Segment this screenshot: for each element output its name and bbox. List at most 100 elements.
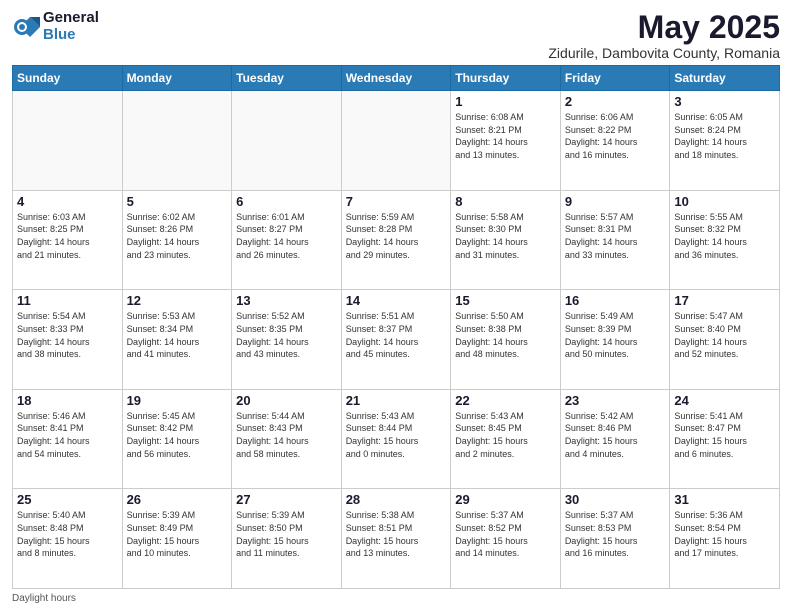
day-number: 12 xyxy=(127,293,228,308)
location-subtitle: Zidurile, Dambovita County, Romania xyxy=(548,45,780,61)
calendar-week-row: 18 Sunrise: 5:46 AM Sunset: 8:41 PM Dayli… xyxy=(13,389,780,489)
day-info: Sunrise: 5:44 AM Sunset: 8:43 PM Dayligh… xyxy=(236,410,337,460)
table-row: 14Sunrise: 5:51 AM Sunset: 8:37 PM Dayli… xyxy=(341,290,451,390)
col-thursday: Thursday xyxy=(451,66,561,91)
logo: General Blue xyxy=(12,10,99,43)
calendar-week-row: 1 Sunrise: 6:08 AM Sunset: 8:21 PM Daylig… xyxy=(13,91,780,191)
day-number: 24 xyxy=(674,393,775,408)
month-title: May 2025 xyxy=(548,10,780,45)
table-row: 21 Sunrise: 5:43 AM Sunset: 8:44 PM Dayli… xyxy=(341,389,451,489)
day-info: Sunrise: 5:37 AM Sunset: 8:53 PM Dayligh… xyxy=(565,509,666,559)
col-wednesday: Wednesday xyxy=(341,66,451,91)
table-row: 6 Sunrise: 6:01 AM Sunset: 8:27 PM Daylig… xyxy=(232,190,342,290)
day-number: 25 xyxy=(17,492,118,507)
day-info: Sunrise: 6:08 AM Sunset: 8:21 PM Dayligh… xyxy=(455,111,556,161)
logo-blue-text: Blue xyxy=(43,27,99,44)
day-number: 15 xyxy=(455,293,556,308)
day-number: 8 xyxy=(455,194,556,209)
day-number: 6 xyxy=(236,194,337,209)
day-info: Sunrise: 5:41 AM Sunset: 8:47 PM Dayligh… xyxy=(674,410,775,460)
day-info: Sunrise: 5:57 AM Sunset: 8:31 PM Dayligh… xyxy=(565,211,666,261)
day-info: Sunrise: 5:38 AM Sunset: 8:51 PM Dayligh… xyxy=(346,509,447,559)
day-info: Sunrise: 5:43 AM Sunset: 8:44 PM Dayligh… xyxy=(346,410,447,460)
day-number: 7 xyxy=(346,194,447,209)
table-row: 3Sunrise: 6:05 AM Sunset: 8:24 PM Daylig… xyxy=(670,91,780,191)
table-row: 4 Sunrise: 6:03 AM Sunset: 8:25 PM Daylig… xyxy=(13,190,123,290)
logo-icon xyxy=(12,13,40,41)
table-row: 15 Sunrise: 5:50 AM Sunset: 8:38 PM Dayli… xyxy=(451,290,561,390)
day-number: 9 xyxy=(565,194,666,209)
day-number: 19 xyxy=(127,393,228,408)
table-row: 20 Sunrise: 5:44 AM Sunset: 8:43 PM Dayli… xyxy=(232,389,342,489)
day-number: 31 xyxy=(674,492,775,507)
calendar-week-row: 4 Sunrise: 6:03 AM Sunset: 8:25 PM Daylig… xyxy=(13,190,780,290)
day-info: Sunrise: 5:39 AM Sunset: 8:49 PM Dayligh… xyxy=(127,509,228,559)
day-number: 4 xyxy=(17,194,118,209)
col-tuesday: Tuesday xyxy=(232,66,342,91)
table-row: 5Sunrise: 6:02 AM Sunset: 8:26 PM Daylig… xyxy=(122,190,232,290)
table-row: 16Sunrise: 5:49 AM Sunset: 8:39 PM Dayli… xyxy=(560,290,670,390)
day-number: 18 xyxy=(17,393,118,408)
day-info: Sunrise: 6:06 AM Sunset: 8:22 PM Dayligh… xyxy=(565,111,666,161)
day-number: 17 xyxy=(674,293,775,308)
table-row: 25 Sunrise: 5:40 AM Sunset: 8:48 PM Dayli… xyxy=(13,489,123,589)
logo-text: General Blue xyxy=(43,10,99,43)
title-block: May 2025 Zidurile, Dambovita County, Rom… xyxy=(548,10,780,61)
table-row xyxy=(122,91,232,191)
day-info: Sunrise: 5:45 AM Sunset: 8:42 PM Dayligh… xyxy=(127,410,228,460)
table-row: 17 Sunrise: 5:47 AM Sunset: 8:40 PM Dayli… xyxy=(670,290,780,390)
day-info: Sunrise: 5:47 AM Sunset: 8:40 PM Dayligh… xyxy=(674,310,775,360)
table-row: 11Sunrise: 5:54 AM Sunset: 8:33 PM Dayli… xyxy=(13,290,123,390)
day-number: 27 xyxy=(236,492,337,507)
table-row: 22 Sunrise: 5:43 AM Sunset: 8:45 PM Dayli… xyxy=(451,389,561,489)
page: General Blue May 2025 Zidurile, Dambovit… xyxy=(0,0,792,612)
day-info: Sunrise: 5:43 AM Sunset: 8:45 PM Dayligh… xyxy=(455,410,556,460)
day-number: 5 xyxy=(127,194,228,209)
day-number: 20 xyxy=(236,393,337,408)
header: General Blue May 2025 Zidurile, Dambovit… xyxy=(12,10,780,61)
day-info: Sunrise: 6:03 AM Sunset: 8:25 PM Dayligh… xyxy=(17,211,118,261)
table-row xyxy=(13,91,123,191)
day-number: 16 xyxy=(565,293,666,308)
day-info: Sunrise: 5:53 AM Sunset: 8:34 PM Dayligh… xyxy=(127,310,228,360)
table-row: 13 Sunrise: 5:52 AM Sunset: 8:35 PM Dayli… xyxy=(232,290,342,390)
day-number: 28 xyxy=(346,492,447,507)
table-row xyxy=(232,91,342,191)
day-number: 13 xyxy=(236,293,337,308)
table-row: 12 Sunrise: 5:53 AM Sunset: 8:34 PM Dayli… xyxy=(122,290,232,390)
table-row: 29Sunrise: 5:37 AM Sunset: 8:52 PM Dayli… xyxy=(451,489,561,589)
table-row: 18 Sunrise: 5:46 AM Sunset: 8:41 PM Dayli… xyxy=(13,389,123,489)
day-info: Sunrise: 5:39 AM Sunset: 8:50 PM Dayligh… xyxy=(236,509,337,559)
day-info: Sunrise: 5:46 AM Sunset: 8:41 PM Dayligh… xyxy=(17,410,118,460)
table-row: 7Sunrise: 5:59 AM Sunset: 8:28 PM Daylig… xyxy=(341,190,451,290)
day-number: 1 xyxy=(455,94,556,109)
day-number: 3 xyxy=(674,94,775,109)
table-row: 28 Sunrise: 5:38 AM Sunset: 8:51 PM Dayli… xyxy=(341,489,451,589)
table-row: 30Sunrise: 5:37 AM Sunset: 8:53 PM Dayli… xyxy=(560,489,670,589)
table-row: 26 Sunrise: 5:39 AM Sunset: 8:49 PM Dayli… xyxy=(122,489,232,589)
table-row: 27 Sunrise: 5:39 AM Sunset: 8:50 PM Dayli… xyxy=(232,489,342,589)
day-number: 21 xyxy=(346,393,447,408)
day-info: Sunrise: 5:40 AM Sunset: 8:48 PM Dayligh… xyxy=(17,509,118,559)
table-row: 31Sunrise: 5:36 AM Sunset: 8:54 PM Dayli… xyxy=(670,489,780,589)
day-number: 22 xyxy=(455,393,556,408)
footer-note: Daylight hours xyxy=(12,593,780,604)
calendar-week-row: 25 Sunrise: 5:40 AM Sunset: 8:48 PM Dayli… xyxy=(13,489,780,589)
table-row: 23 Sunrise: 5:42 AM Sunset: 8:46 PM Dayli… xyxy=(560,389,670,489)
day-info: Sunrise: 5:37 AM Sunset: 8:52 PM Dayligh… xyxy=(455,509,556,559)
day-info: Sunrise: 5:55 AM Sunset: 8:32 PM Dayligh… xyxy=(674,211,775,261)
table-row: 9 Sunrise: 5:57 AM Sunset: 8:31 PM Daylig… xyxy=(560,190,670,290)
day-info: Sunrise: 6:01 AM Sunset: 8:27 PM Dayligh… xyxy=(236,211,337,261)
table-row: 1 Sunrise: 6:08 AM Sunset: 8:21 PM Daylig… xyxy=(451,91,561,191)
day-number: 23 xyxy=(565,393,666,408)
table-row: 2Sunrise: 6:06 AM Sunset: 8:22 PM Daylig… xyxy=(560,91,670,191)
day-info: Sunrise: 5:42 AM Sunset: 8:46 PM Dayligh… xyxy=(565,410,666,460)
day-info: Sunrise: 5:50 AM Sunset: 8:38 PM Dayligh… xyxy=(455,310,556,360)
day-info: Sunrise: 5:51 AM Sunset: 8:37 PM Dayligh… xyxy=(346,310,447,360)
day-info: Sunrise: 5:54 AM Sunset: 8:33 PM Dayligh… xyxy=(17,310,118,360)
calendar-table: Sunday Monday Tuesday Wednesday Thursday… xyxy=(12,65,780,589)
day-info: Sunrise: 5:58 AM Sunset: 8:30 PM Dayligh… xyxy=(455,211,556,261)
day-number: 26 xyxy=(127,492,228,507)
table-row: 10Sunrise: 5:55 AM Sunset: 8:32 PM Dayli… xyxy=(670,190,780,290)
day-info: Sunrise: 5:52 AM Sunset: 8:35 PM Dayligh… xyxy=(236,310,337,360)
